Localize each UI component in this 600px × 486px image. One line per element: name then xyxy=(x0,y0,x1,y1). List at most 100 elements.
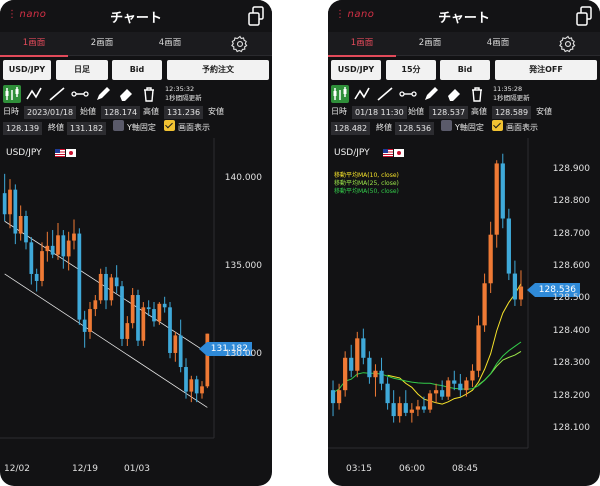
ma25-legend: 移動平均MA(25, close) xyxy=(334,180,399,187)
candle-body xyxy=(409,409,414,413)
y-tick-label: 128.400 xyxy=(552,325,590,336)
candle-body xyxy=(415,406,421,410)
trend-line-icon[interactable] xyxy=(48,85,66,103)
candle-body xyxy=(494,163,499,235)
low-label: 安値 xyxy=(536,107,552,116)
candle-body xyxy=(18,216,23,234)
pen-icon[interactable] xyxy=(94,85,112,103)
screen-tabs: 1画面 2画面 4画面 xyxy=(0,32,272,57)
x-tick-label: 12/02 xyxy=(4,464,30,474)
gear-icon[interactable] xyxy=(559,35,577,53)
trash-icon[interactable] xyxy=(140,85,158,103)
candle-body xyxy=(114,277,119,287)
y-axis-fix-checkbox[interactable] xyxy=(441,120,452,131)
eraser-icon[interactable] xyxy=(117,85,135,103)
candle-body xyxy=(152,309,156,322)
candle-body xyxy=(82,319,87,332)
candle-body xyxy=(476,325,481,371)
line-chart-icon[interactable] xyxy=(353,85,371,103)
ohlc-row-1: 日時 01/18 11:30 始値 128.537 高値 128.589 安値 xyxy=(328,104,600,120)
tab-2-screen[interactable]: 2画面 xyxy=(68,32,136,56)
tab-4-screen[interactable]: 4画面 xyxy=(136,32,204,56)
multi-screen-icon[interactable] xyxy=(248,6,264,26)
horizontal-line-icon[interactable] xyxy=(399,85,417,103)
title-bar: ⋮ nano チャート xyxy=(328,0,600,32)
tab-1-screen[interactable]: 1画面 xyxy=(328,32,396,57)
date-value: 2023/01/18 xyxy=(24,106,77,119)
show-screen-label: 画面表示 xyxy=(506,123,538,132)
tab-1-screen[interactable]: 1画面 xyxy=(0,32,68,57)
y-tick-label: 128.900 xyxy=(552,163,590,174)
candle-body xyxy=(446,380,451,397)
close-value: 131.182 xyxy=(67,122,107,135)
tab-2-screen[interactable]: 2画面 xyxy=(396,32,464,56)
horizontal-line-icon[interactable] xyxy=(71,85,89,103)
update-status: 11:35:28 1秒間隔更新 xyxy=(493,85,530,103)
candle-body xyxy=(200,386,204,394)
update-time: 11:35:28 xyxy=(493,85,523,93)
bid-ask-button[interactable]: Bid xyxy=(440,60,490,80)
eraser-icon[interactable] xyxy=(445,85,463,103)
y-tick-label: 128.800 xyxy=(552,196,590,207)
candle-body xyxy=(433,390,439,394)
candle-body xyxy=(178,335,183,368)
daily-candle-chart[interactable] xyxy=(0,138,272,486)
candle-body xyxy=(355,338,360,371)
chart-pair-label: USD/JPY xyxy=(334,148,370,158)
jp-flag-icon xyxy=(66,149,76,157)
candle-type-icon[interactable] xyxy=(331,85,349,103)
candle-body xyxy=(8,189,12,215)
candle-body xyxy=(24,216,28,243)
x-tick-label: 08:45 xyxy=(452,464,478,474)
multi-screen-icon[interactable] xyxy=(576,6,592,26)
candle-body xyxy=(464,380,469,391)
line-chart-icon[interactable] xyxy=(25,85,43,103)
x-tick-label: 03:15 xyxy=(346,464,372,474)
candle-body xyxy=(458,383,463,391)
candle-body xyxy=(367,357,372,378)
currency-flags xyxy=(383,149,404,158)
candle-body xyxy=(2,193,7,215)
candle-type-icon[interactable] xyxy=(3,85,21,103)
candle-body xyxy=(373,370,378,378)
candle-body xyxy=(385,383,390,404)
high-value: 131.236 xyxy=(164,106,204,119)
order-off-button[interactable]: 発注OFF xyxy=(495,60,597,80)
x-tick-label: 12/19 xyxy=(72,464,98,474)
candle-body xyxy=(40,251,44,281)
candle-body xyxy=(72,233,76,241)
candle-body xyxy=(66,240,71,257)
tab-4-screen[interactable]: 4画面 xyxy=(464,32,532,56)
show-screen-checkbox[interactable] xyxy=(492,120,503,131)
candle-body xyxy=(512,273,518,300)
price-chart[interactable]: USD/JPY 131.182 140.000 135.000 130.000 12… xyxy=(0,138,272,486)
show-screen-checkbox[interactable] xyxy=(164,120,175,131)
price-chart[interactable]: USD/JPY 移動平均MA(10, close) 移動平均MA(25, clo… xyxy=(328,138,600,486)
y-axis-fix-checkbox[interactable] xyxy=(113,120,124,131)
timeframe-button[interactable]: 15分 xyxy=(386,60,436,80)
pair-button[interactable]: USD/JPY xyxy=(331,60,381,80)
screen-title: チャート xyxy=(438,11,490,26)
candle-body xyxy=(194,379,199,394)
gear-icon[interactable] xyxy=(231,35,249,53)
low-value: 128.482 xyxy=(331,122,371,135)
pen-icon[interactable] xyxy=(422,85,440,103)
candle-body xyxy=(330,390,336,404)
y-tick-label: 130.000 xyxy=(224,348,262,359)
candle-body xyxy=(506,218,511,274)
candle-body xyxy=(173,335,178,353)
timeframe-button[interactable]: 日足 xyxy=(56,60,108,80)
trend-line-icon[interactable] xyxy=(376,85,394,103)
candle-body xyxy=(93,300,98,310)
trash-icon[interactable] xyxy=(468,85,486,103)
pair-button[interactable]: USD/JPY xyxy=(3,60,51,80)
candle-body xyxy=(34,273,39,281)
candle-body xyxy=(488,234,493,284)
phone-screen-15min: ⋮ nano チャート 1画面 2画面 4画面 USD/JPY 15分 Bid 発… xyxy=(328,0,600,486)
candle-body xyxy=(77,233,82,320)
candle-body xyxy=(391,403,396,417)
update-interval: 1秒間隔更新 xyxy=(165,94,202,102)
ohlc-row-2: 128.482 終値 128.536 Y軸固定 画面表示 xyxy=(328,120,600,136)
reserve-order-button[interactable]: 予約注文 xyxy=(167,60,269,80)
bid-ask-button[interactable]: Bid xyxy=(112,60,162,80)
